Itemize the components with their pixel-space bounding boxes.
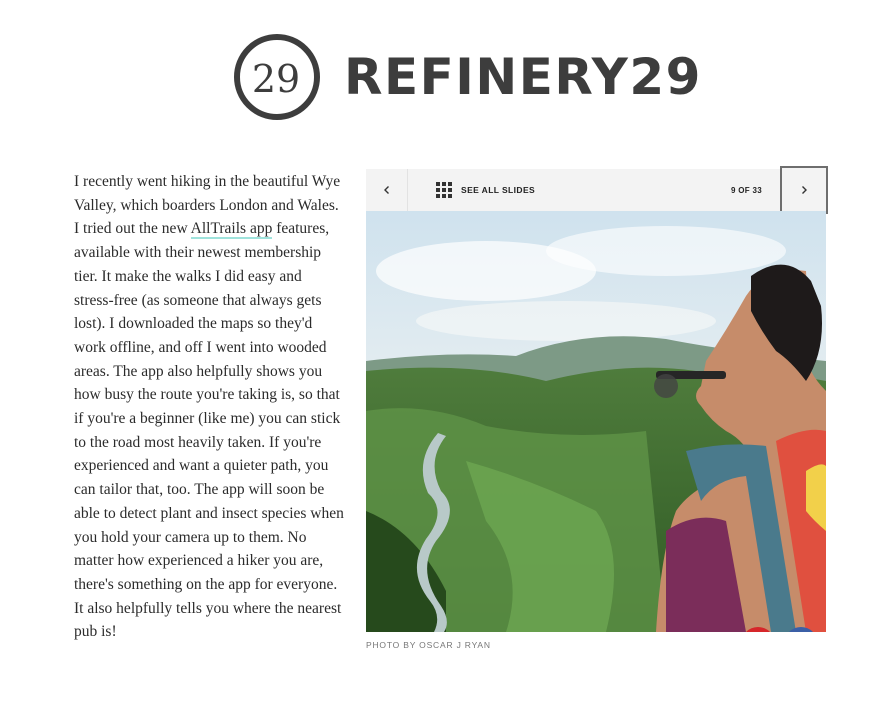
site-logo[interactable]: 29 REFINERY29 [232, 32, 702, 122]
photo-credit: PHOTO BY OSCAR J RYAN [366, 640, 491, 650]
refinery29-monogram-icon: 29 [234, 34, 320, 120]
chevron-right-icon [802, 186, 807, 194]
logo-wordmark: REFINERY29 [344, 48, 702, 106]
hiking-photo-image [366, 211, 826, 632]
previous-slide-button[interactable] [366, 169, 408, 211]
article-body: I recently went hiking in the beautiful … [74, 170, 344, 644]
article-paragraph: I recently went hiking in the beautiful … [74, 170, 344, 644]
logo-monogram: 29 [252, 57, 300, 101]
article-text-end: features, available with their newest me… [74, 220, 344, 641]
next-slide-button[interactable] [780, 166, 828, 214]
slide-counter: 9 OF 33 [730, 185, 762, 195]
see-all-label: SEE ALL SLIDES [461, 185, 536, 195]
slideshow-toolbar: SEE ALL SLIDES 9 OF 33 [366, 166, 828, 214]
slideshow: SEE ALL SLIDES 9 OF 33 PHOTO BY OSCAR J … [366, 166, 830, 650]
slide-photo: P f [366, 211, 826, 632]
chevron-left-icon [383, 186, 389, 194]
see-all-slides-button[interactable]: SEE ALL SLIDES [422, 182, 535, 198]
grid-icon [436, 182, 452, 198]
alltrails-link[interactable]: AllTrails app [190, 220, 273, 240]
